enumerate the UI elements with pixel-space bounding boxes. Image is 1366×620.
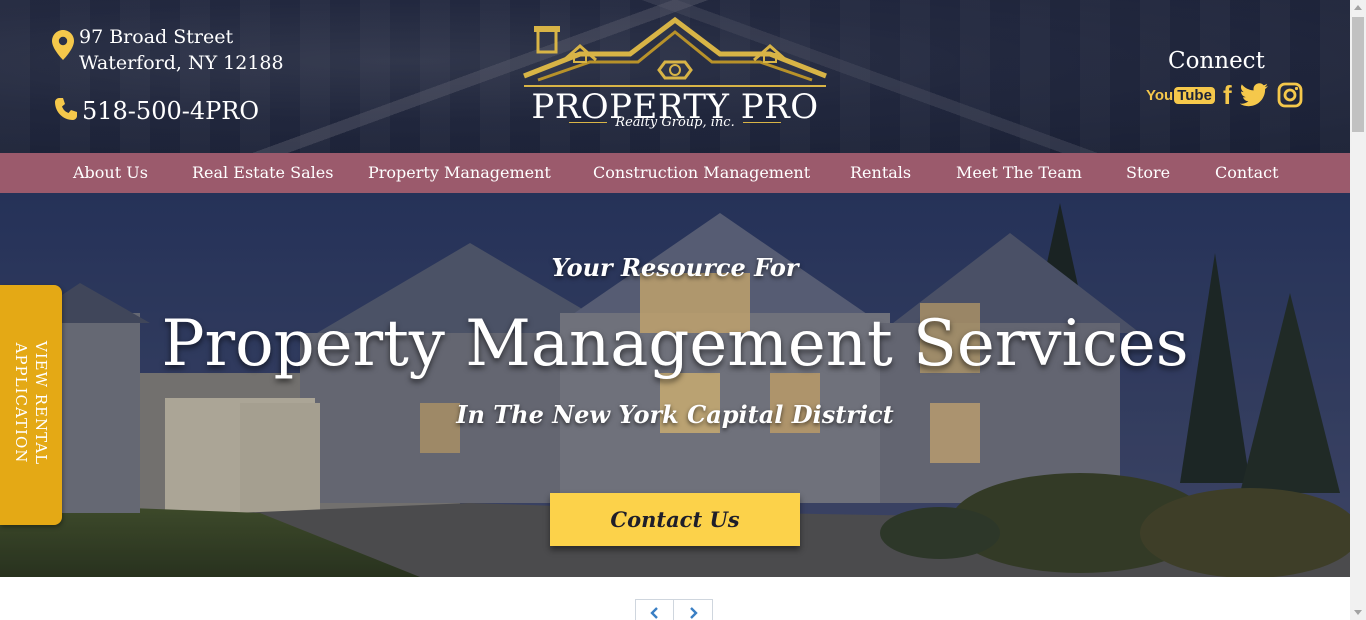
social-links: You Tube f (1146, 80, 1304, 110)
scroll-down-arrow-icon[interactable] (1350, 604, 1366, 620)
location-pin-icon (52, 30, 74, 60)
nav-contact[interactable]: Contact (1215, 153, 1279, 193)
logo[interactable]: PROPERTY PRO Realty Group, inc. (520, 14, 830, 134)
youtube-icon[interactable]: You Tube (1146, 86, 1215, 104)
side-tab-line-1: VIEW RENTAL (32, 340, 50, 466)
hero-title: Property Management Services (161, 307, 1189, 381)
logo-rule-left (569, 122, 608, 123)
contact-us-button[interactable]: Contact Us (550, 493, 800, 546)
slider-navigation (635, 599, 713, 620)
facebook-icon[interactable]: f (1223, 81, 1232, 109)
hero-banner: Your Resource For Property Management Se… (0, 193, 1350, 577)
logo-subtitle-text: Realty Group, inc. (615, 115, 735, 130)
nav-about-us[interactable]: About Us (73, 153, 148, 193)
nav-rentals[interactable]: Rentals (850, 153, 911, 193)
side-tab-line-2: APPLICATION (12, 342, 30, 464)
nav-store[interactable]: Store (1126, 153, 1170, 193)
hero-kicker: Your Resource For (551, 253, 799, 282)
twitter-icon[interactable] (1239, 82, 1268, 108)
chevron-right-icon (690, 607, 698, 619)
view-rental-application-tab[interactable]: VIEW RENTAL APPLICATION (0, 285, 62, 525)
slider-next-button[interactable] (674, 599, 713, 620)
address: 97 Broad Street Waterford, NY 12188 (79, 24, 284, 76)
nav-property-management[interactable]: Property Management (368, 153, 551, 193)
address-line-2: Waterford, NY 12188 (79, 52, 284, 74)
phone-number[interactable]: 518-500-4PRO (82, 96, 259, 126)
scroll-up-arrow-icon[interactable] (1350, 0, 1366, 16)
hero-subtitle: In The New York Capital District (456, 400, 894, 429)
scrollbar-thumb[interactable] (1352, 17, 1364, 132)
logo-subtitle: Realty Group, inc. (520, 114, 830, 132)
side-tab-label: VIEW RENTAL APPLICATION (11, 283, 51, 523)
site-header: 97 Broad Street Waterford, NY 12188 518-… (0, 0, 1350, 153)
phone-icon (55, 98, 77, 120)
nav-meet-the-team[interactable]: Meet The Team (956, 153, 1082, 193)
logo-house-icon (523, 16, 827, 87)
nav-construction-management[interactable]: Construction Management (593, 153, 810, 193)
connect-label: Connect (1168, 48, 1265, 74)
slider-prev-button[interactable] (635, 599, 674, 620)
instagram-icon[interactable] (1276, 82, 1304, 108)
logo-rule-right (742, 122, 781, 123)
youtube-you-text: You (1146, 86, 1174, 104)
nav-real-estate-sales[interactable]: Real Estate Sales (192, 153, 333, 193)
address-line-1: 97 Broad Street (79, 26, 234, 48)
page-scrollbar[interactable] (1350, 0, 1366, 620)
main-nav: About Us Real Estate Sales Property Mana… (0, 153, 1350, 193)
youtube-tube-text: Tube (1174, 86, 1215, 104)
chevron-left-icon (649, 607, 658, 619)
